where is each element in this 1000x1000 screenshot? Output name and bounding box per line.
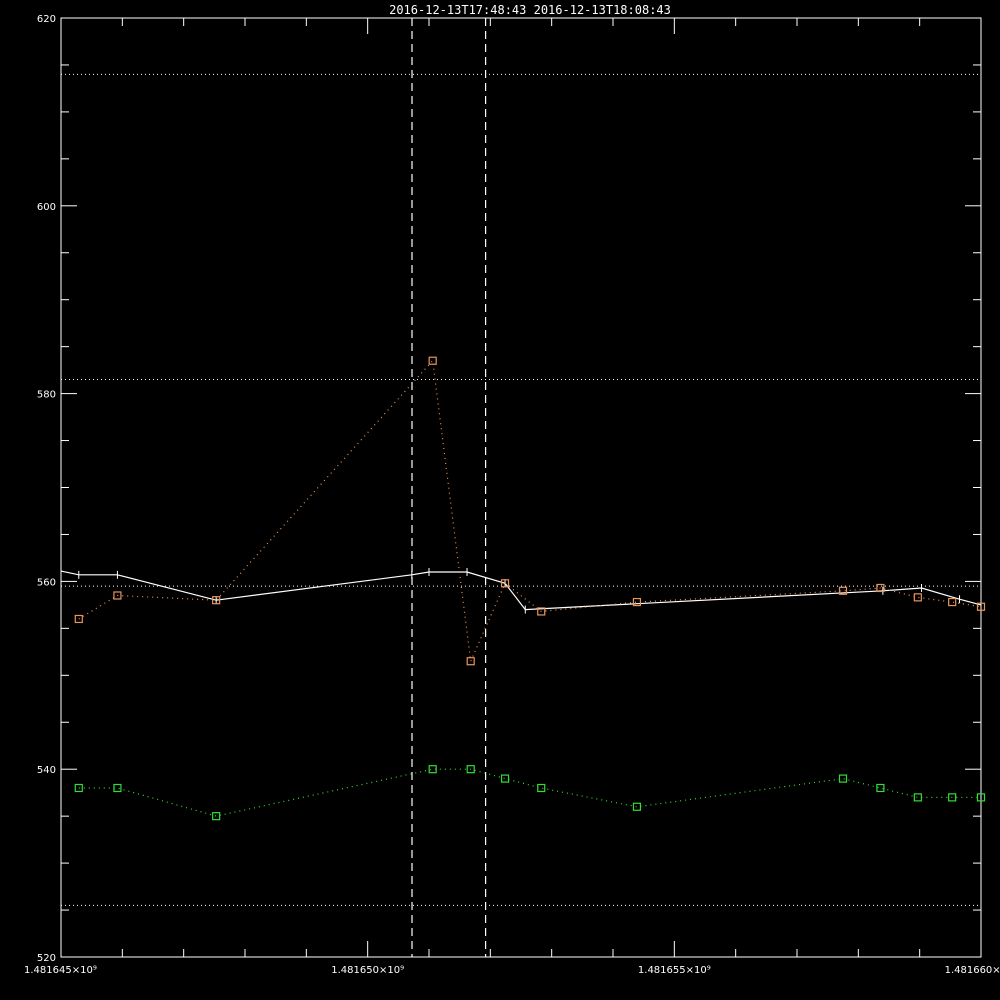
chart-background — [0, 0, 1000, 1000]
chart-title: 2016-12-13T17:48:43 2016-12-13T18:08:43 — [389, 3, 671, 17]
x-tick-label: 1.481660×10⁹ — [945, 965, 1000, 976]
x-tick-label: 1.481655×10⁹ — [638, 965, 711, 976]
x-tick-label: 1.481645×10⁹ — [24, 965, 97, 976]
y-tick-label: 600 — [37, 202, 56, 213]
y-tick-label: 560 — [37, 577, 56, 588]
x-tick-label: 1.481650×10⁹ — [331, 965, 404, 976]
y-tick-label: 520 — [37, 953, 56, 964]
line-chart: 520 540 560 580 600 620 1.481645×10⁹ 1.481650×1… — [0, 0, 1000, 1000]
y-tick-label: 540 — [37, 765, 56, 776]
y-tick-label: 620 — [37, 14, 56, 25]
y-tick-label: 580 — [37, 390, 56, 401]
